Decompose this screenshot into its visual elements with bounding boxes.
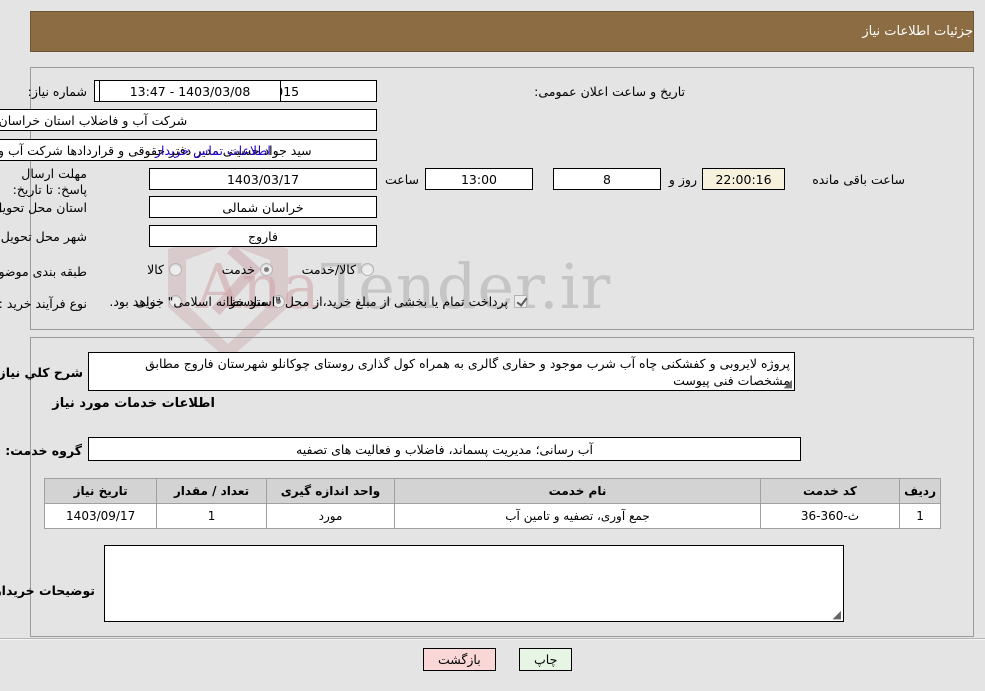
cell-qty: 1 (156, 503, 267, 529)
col-name: نام خدمت (394, 478, 761, 504)
cell-date: 1403/09/17 (43, 503, 158, 529)
description-field[interactable]: پروژه لایروبی و کفشکنی چاه آب شرب موجود … (88, 352, 795, 391)
description-text: پروژه لایروبی و کفشکنی چاه آب شرب موجود … (145, 356, 790, 388)
col-code: کد خدمت (759, 478, 901, 504)
buyer-notes-field[interactable]: ◢ (104, 545, 844, 622)
description-label: شرح کلي نياز: (0, 365, 83, 380)
cell-code: ث-360-36 (759, 503, 901, 529)
resize-grip-icon-notes[interactable]: ◢ (830, 609, 841, 620)
col-qty: تعداد / مقدار (156, 478, 267, 504)
col-unit: واحد اندازه گیری (265, 478, 396, 504)
cell-unit: مورد (265, 503, 396, 529)
table-header-row: ردیف کد خدمت نام خدمت واحد اندازه گیری ت… (43, 478, 941, 504)
table-row: 1 ث-360-36 جمع آوری، تصفیه و تامین آب مو… (43, 503, 941, 529)
col-date: تاریخ نیاز (43, 478, 158, 504)
cell-radif: 1 (899, 503, 941, 529)
buyer-notes-label: توضیحات خریدار; (0, 583, 95, 598)
col-radif: ردیف (899, 478, 941, 504)
services-fields: شرح کلي نياز: پروژه لایروبی و کفشکنی چاه… (0, 0, 985, 691)
service-group-label: گروه خدمت: (5, 443, 82, 458)
services-heading: اطلاعات خدمات مورد نیاز (52, 396, 215, 411)
service-group-field: آب رسانی؛ مدیریت پسماند، فاضلاب و فعالیت… (88, 437, 801, 461)
resize-grip-icon[interactable]: ◢ (781, 378, 792, 389)
cell-name: جمع آوری، تصفیه و تامین آب (394, 503, 761, 529)
services-table: ردیف کد خدمت نام خدمت واحد اندازه گیری ت… (43, 478, 941, 529)
